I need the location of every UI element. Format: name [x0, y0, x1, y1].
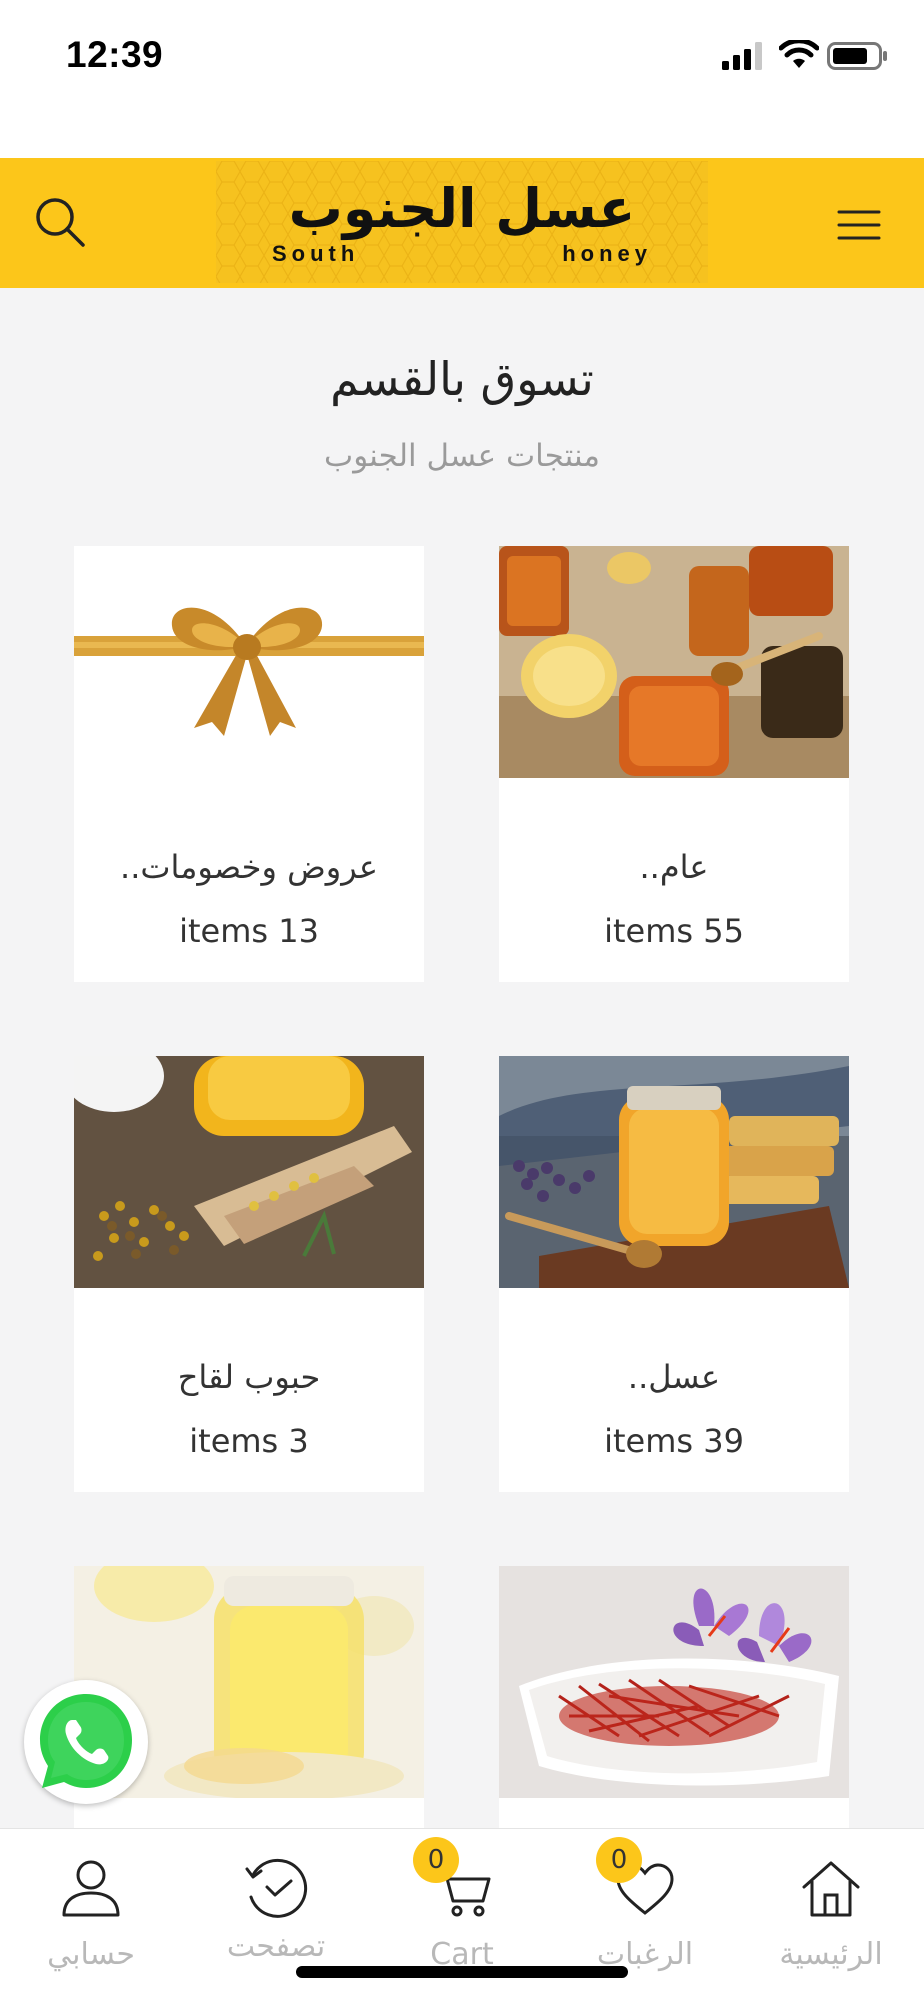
category-name: عروض وخصومات.. — [120, 848, 378, 886]
status-bar: 12:39 — [0, 0, 924, 158]
honey-jars-photo — [499, 546, 849, 778]
gold-ribbon-bow-photo — [74, 546, 424, 778]
category-name: عام.. — [639, 848, 709, 886]
battery-icon — [827, 42, 887, 70]
home-icon — [802, 1861, 860, 1917]
nav-item-home[interactable]: الرئيسية — [746, 1829, 916, 2000]
hamburger-menu-icon — [837, 210, 881, 240]
user-icon — [62, 1860, 120, 1917]
category-card-offers[interactable]: عروض وخصومات.. items 13 — [74, 546, 424, 982]
honey-jar-lavender-photo — [499, 1056, 849, 1288]
history-clock-icon — [245, 1858, 308, 1918]
nav-item-account[interactable]: حسابي — [6, 1829, 176, 2000]
category-card-honey[interactable]: عسل.. items 39 — [499, 1056, 849, 1492]
wishlist-count-badge: 0 — [596, 1837, 642, 1883]
whatsapp-icon — [40, 1694, 132, 1788]
cellular-signal-icon — [722, 42, 762, 70]
logo-word-south: South — [272, 241, 360, 266]
nav-label: تصفحت — [226, 1929, 326, 1964]
category-name: حبوب لقاح — [177, 1358, 321, 1396]
category-card-saffron[interactable] — [499, 1566, 849, 1828]
cart-count-badge: 0 — [413, 1837, 459, 1883]
logo-arabic-text: عسل الجنوب — [288, 177, 636, 240]
category-item-count: items 13 — [179, 912, 319, 950]
logo-word-honey: honey — [562, 241, 652, 266]
category-card-general[interactable]: عام.. items 55 — [499, 546, 849, 982]
category-card-pollen[interactable]: حبوب لقاح items 3 — [74, 1056, 424, 1492]
section-title: تسوق بالقسم — [330, 352, 594, 406]
search-icon — [36, 198, 85, 247]
nav-label: حسابي — [47, 1937, 135, 1972]
home-indicator — [296, 1966, 628, 1978]
category-item-count: items 55 — [604, 912, 744, 950]
logo-english-text: South honey — [272, 241, 652, 267]
status-time: 12:39 — [66, 34, 164, 75]
category-item-count: items 3 — [189, 1422, 309, 1460]
section-subtitle: منتجات عسل الجنوب — [324, 438, 600, 474]
wifi-icon — [779, 40, 819, 68]
saffron-flowers-photo — [499, 1566, 849, 1798]
menu-button[interactable] — [824, 190, 894, 260]
brand-logo[interactable]: عسل الجنوب South honey — [216, 161, 708, 283]
nav-label: الرئيسية — [779, 1937, 883, 1972]
bee-pollen-scoop-photo — [74, 1056, 424, 1288]
search-button[interactable] — [26, 188, 96, 258]
category-item-count: items 39 — [604, 1422, 744, 1460]
category-name: عسل.. — [627, 1358, 721, 1396]
whatsapp-button[interactable] — [24, 1680, 148, 1804]
app-header: عسل الجنوب South honey — [0, 158, 924, 288]
